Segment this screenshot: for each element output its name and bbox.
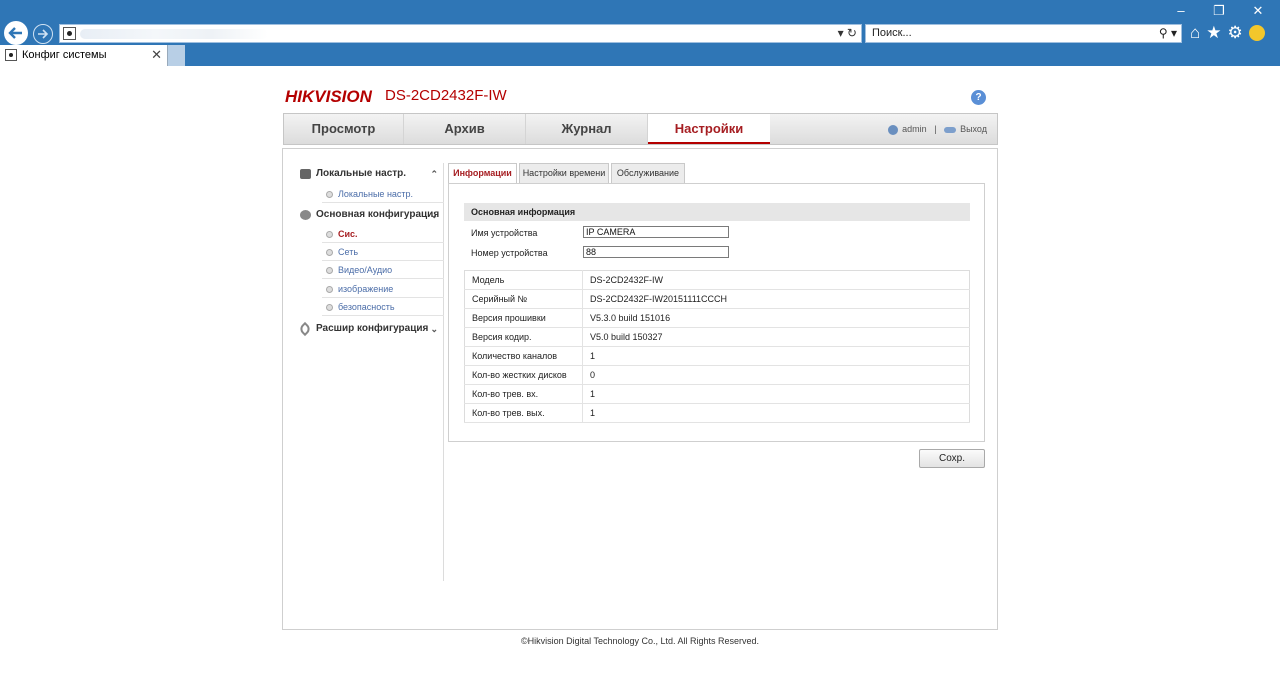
sidebar-item-system[interactable]: Сис. <box>322 225 444 243</box>
section-title: Основная информация <box>464 203 970 221</box>
table-row: Версия кодир. V5.0 build 150327 <box>464 327 970 347</box>
device-number-label: Номер устройства <box>471 248 548 258</box>
browser-toolbar: – ❐ ✕ ▾ ↻ Поиск... ⚲ ▾ ⌂ ★ ⚙ <box>0 0 1280 45</box>
info-value: 0 <box>582 365 970 385</box>
tab-title: Конфиг системы <box>22 49 107 61</box>
search-icon[interactable]: ⚲ ▾ <box>1159 26 1177 40</box>
chevron-up-icon: ⌃ <box>430 169 438 179</box>
table-row: Кол-во трев. вх. 1 <box>464 384 970 404</box>
info-panel: Основная информация Имя устройства IP CA… <box>448 183 985 442</box>
sidebar-item-image[interactable]: изображение <box>322 280 444 298</box>
home-icon[interactable]: ⌂ <box>1190 22 1200 44</box>
tab-time-settings[interactable]: Настройки времени <box>519 163 609 183</box>
info-key: Версия прошивки <box>464 308 583 328</box>
browser-tool-icons: ⌂ ★ ⚙ <box>1190 22 1265 44</box>
arrow-right-icon <box>38 29 49 39</box>
sidebar-item-security[interactable]: безопасность <box>322 298 444 316</box>
tab-info[interactable]: Информации <box>448 163 517 184</box>
forward-button[interactable] <box>33 24 53 44</box>
sidebar-group-label: Расшир конфигурация <box>316 323 429 334</box>
user-area: admin | Выход <box>888 114 987 144</box>
sidebar: Локальные настр. ⌃ Локальные настр. Осно… <box>297 163 444 581</box>
table-row: Кол-во трев. вых. 1 <box>464 403 970 423</box>
arrow-left-icon <box>8 27 22 39</box>
logout-icon <box>944 126 957 133</box>
tab-strip: Конфиг системы ✕ <box>0 45 1280 66</box>
brand-logo: HIKVISION <box>285 87 372 106</box>
site-favicon-icon <box>63 27 76 40</box>
username: admin <box>902 124 927 134</box>
url-text-redacted <box>80 29 268 39</box>
save-button[interactable]: Сохр. <box>919 449 985 468</box>
browser-tab[interactable]: Конфиг системы ✕ <box>0 45 167 66</box>
info-key: Кол-во жестких дисков <box>464 365 583 385</box>
nav-archive[interactable]: Архив <box>404 114 526 144</box>
info-value: DS-2CD2432F-IW20151111CCCH <box>582 289 970 309</box>
chevron-down-icon: ⌄ <box>430 210 438 220</box>
gear-icon[interactable]: ⚙ <box>1228 22 1243 44</box>
table-row: Версия прошивки V5.3.0 build 151016 <box>464 308 970 328</box>
main-nav: Просмотр Архив Журнал Настройки admin | … <box>283 113 998 145</box>
logout-link[interactable]: Выход <box>960 124 987 134</box>
sidebar-group-label: Локальные настр. <box>316 168 407 179</box>
restore-button[interactable]: ❐ <box>1204 4 1234 18</box>
info-value: 1 <box>582 346 970 366</box>
sidebar-group-local[interactable]: Локальные настр. ⌃ <box>297 164 444 184</box>
close-icon[interactable]: ✕ <box>151 47 162 63</box>
info-value: V5.3.0 build 151016 <box>582 308 970 328</box>
info-value: DS-2CD2432F-IW <box>582 270 970 290</box>
device-model-title: DS-2CD2432F-IW <box>385 87 507 104</box>
close-window-button[interactable]: ✕ <box>1243 4 1273 18</box>
smiley-icon[interactable] <box>1248 25 1265 41</box>
table-row: Модель DS-2CD2432F-IW <box>464 270 970 290</box>
globe-icon <box>300 210 311 220</box>
sidebar-item-video-audio[interactable]: Видео/Аудио <box>322 261 444 279</box>
back-button[interactable] <box>4 21 28 45</box>
copyright-footer: ©Hikvision Digital Technology Co., Ltd. … <box>520 636 760 646</box>
info-key: Кол-во трев. вых. <box>464 403 583 423</box>
chevron-down-icon: ⌄ <box>430 324 438 334</box>
sidebar-group-label: Основная конфигурация <box>316 209 440 220</box>
info-key: Серийный № <box>464 289 583 309</box>
star-icon[interactable]: ★ <box>1206 22 1221 44</box>
sidebar-group-basic[interactable]: Основная конфигурация ⌄ <box>297 205 444 225</box>
search-input[interactable]: Поиск... ⚲ ▾ <box>865 24 1182 43</box>
nav-settings[interactable]: Настройки <box>648 114 770 144</box>
refresh-button[interactable]: ▾ ↻ <box>838 26 857 40</box>
info-value: 1 <box>582 384 970 404</box>
divider: | <box>934 124 937 134</box>
table-row: Количество каналов 1 <box>464 346 970 366</box>
sidebar-item-network[interactable]: Сеть <box>322 243 444 261</box>
wrench-icon <box>297 321 313 337</box>
info-value: V5.0 build 150327 <box>582 327 970 347</box>
help-icon[interactable]: ? <box>971 90 986 105</box>
address-bar[interactable]: ▾ ↻ <box>59 24 862 43</box>
device-info-table: Модель DS-2CD2432F-IW Серийный № DS-2CD243… <box>464 270 970 423</box>
info-key: Модель <box>464 270 583 290</box>
table-row: Серийный № DS-2CD2432F-IW20151111CCCH <box>464 289 970 309</box>
sidebar-item-local[interactable]: Локальные настр. <box>322 185 444 203</box>
minimize-button[interactable]: – <box>1166 4 1196 18</box>
tab-favicon-icon <box>5 49 17 61</box>
table-row: Кол-во жестких дисков 0 <box>464 365 970 385</box>
config-frame: Локальные настр. ⌃ Локальные настр. Осно… <box>282 148 998 630</box>
device-name-label: Имя устройства <box>471 228 538 238</box>
info-value: 1 <box>582 403 970 423</box>
tab-maintenance[interactable]: Обслуживание <box>611 163 685 183</box>
device-number-input[interactable]: 88 <box>583 246 729 258</box>
user-icon <box>888 124 899 135</box>
info-key: Кол-во трев. вх. <box>464 384 583 404</box>
search-placeholder: Поиск... <box>872 27 912 39</box>
new-tab-button[interactable] <box>167 45 185 66</box>
info-key: Количество каналов <box>464 346 583 366</box>
nav-log[interactable]: Журнал <box>526 114 648 144</box>
monitor-icon <box>300 169 311 179</box>
info-key: Версия кодир. <box>464 327 583 347</box>
nav-preview[interactable]: Просмотр <box>284 114 404 144</box>
sidebar-group-advanced[interactable]: Расшир конфигурация ⌄ <box>297 319 444 339</box>
device-name-input[interactable]: IP CAMERA <box>583 226 729 238</box>
